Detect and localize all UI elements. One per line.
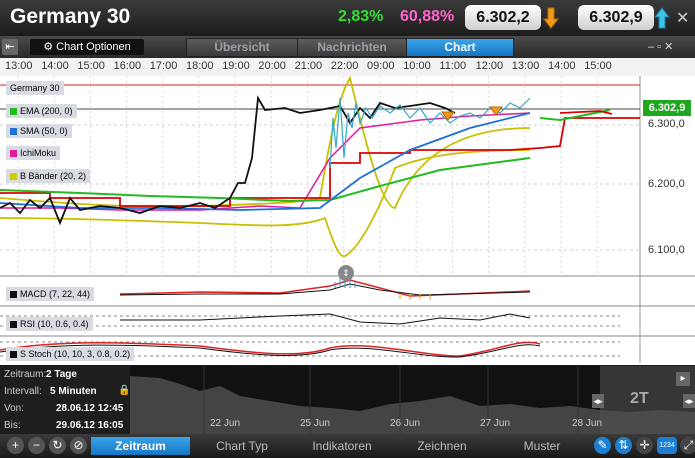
time-label: 09:00 — [367, 60, 395, 72]
legend-ema[interactable]: EMA (200, 0) — [6, 104, 77, 118]
legend-sma-label: SMA (50, 0) — [20, 126, 68, 136]
macd-swatch — [10, 291, 17, 299]
zeitraum-value: 2 Tage — [46, 369, 77, 380]
time-label: 21:00 — [294, 60, 323, 72]
legend-ichimoku-label: IchiMoku — [20, 148, 57, 158]
no-icon[interactable]: ⊘ — [70, 437, 87, 454]
time-label: 15:00 — [584, 60, 612, 72]
time-label: 19:00 — [222, 60, 250, 72]
sentiment-percent: 60,88% — [400, 8, 455, 25]
tab-muster[interactable]: Muster — [494, 437, 590, 455]
nav-scroll-right-icon[interactable]: ▸ — [676, 372, 690, 386]
tab-zeitraum[interactable]: Zeitraum — [91, 437, 190, 455]
current-price-tag: 6.302,9 — [643, 100, 691, 116]
macd-text: MACD (7, 22, 44) — [20, 289, 91, 299]
navigator-panel: Zeitraum: 2 Tage Intervall: 5 Minuten 🔒 … — [0, 366, 695, 434]
crosshair-icon[interactable]: ✛ — [636, 437, 653, 454]
refresh-icon[interactable]: ↻ — [49, 437, 66, 454]
collapse-icon[interactable]: ⇤ — [2, 39, 18, 55]
nav-date: 27 Jun — [480, 418, 511, 429]
tab-news[interactable]: Nachrichten — [297, 38, 407, 57]
von-value: 28.06.12 12:45 — [56, 403, 124, 414]
price-label: 6.100,0 — [648, 244, 685, 256]
expand-icon[interactable]: ⤢ — [680, 437, 695, 454]
window-controls[interactable]: – ▫ ✕ — [648, 40, 673, 53]
rsi-label[interactable]: RSI (10, 0.6, 0.4) — [6, 317, 93, 331]
bis-label: Bis: — [4, 420, 21, 431]
time-label: 15:00 — [77, 60, 105, 72]
chart-toolbar: ⇤ ⚙ Chart Optionen Übersicht Nachrichten… — [0, 36, 695, 58]
time-label: 13:00 — [511, 60, 540, 72]
stoch-swatch — [10, 351, 17, 359]
down-arrow-icon — [543, 7, 559, 29]
nav-date: 26 Jun — [390, 418, 421, 429]
time-label: 14:00 — [41, 60, 69, 72]
rsi-text: RSI (10, 0.6, 0.4) — [20, 319, 89, 329]
swap-icon[interactable]: ⇅ — [615, 437, 632, 454]
buy-price-button[interactable]: 6.302,9 — [578, 5, 654, 30]
ema-color-swatch — [10, 108, 17, 116]
legend-sma[interactable]: SMA (50, 0) — [6, 124, 72, 138]
tab-chart-typ[interactable]: Chart Typ — [194, 437, 290, 455]
panel-resize-handle[interactable]: ⇕ — [338, 265, 354, 281]
price-label: 6.300,0 — [648, 118, 685, 130]
legend-bollinger-label: B Bänder (20, 2) — [20, 171, 87, 181]
bollinger-color-swatch — [10, 173, 17, 181]
stoch-text: S Stoch (10, 10, 3, 0.8, 0.2) — [20, 349, 131, 359]
stoch-label[interactable]: S Stoch (10, 10, 3, 0.8, 0.2) — [6, 347, 135, 361]
time-label: 10:00 — [403, 60, 431, 72]
chart-options-button[interactable]: ⚙ Chart Optionen — [30, 39, 144, 55]
time-label: 14:00 — [548, 60, 576, 72]
legend-ema-label: EMA (200, 0) — [20, 106, 73, 116]
nav-date: 25 Jun — [300, 418, 331, 429]
time-label: 20:00 — [258, 60, 286, 72]
time-label: 22:00 — [330, 60, 359, 72]
intervall-label: Intervall: — [4, 386, 42, 397]
nav-left-handle[interactable]: ◂▸ — [592, 394, 604, 408]
von-label: Von: — [4, 403, 25, 414]
zeitraum-label: Zeitraum: — [4, 369, 47, 380]
time-label: 18:00 — [186, 60, 214, 72]
bottom-bar: + − ↻ ⊘ Zeitraum Chart Typ Indikatoren Z… — [0, 434, 695, 458]
nav-date: 22 Jun — [210, 418, 241, 429]
up-arrow-icon — [654, 7, 670, 29]
tab-overview[interactable]: Übersicht — [186, 38, 298, 57]
nav-date: 28 Jun — [572, 418, 603, 429]
legend-bollinger[interactable]: B Bänder (20, 2) — [6, 169, 91, 183]
change-percent: 2,83% — [338, 8, 384, 25]
zoom-out-icon[interactable]: − — [28, 437, 45, 454]
sma-color-swatch — [10, 128, 17, 136]
keypad-badge[interactable]: 1234 — [657, 437, 677, 454]
legend-ichimoku[interactable]: IchiMoku — [6, 146, 61, 160]
tab-indikatoren[interactable]: Indikatoren — [294, 437, 390, 455]
time-label: 17:00 — [149, 60, 178, 72]
top-bar: Germany 30 2,83% 60,88% 6.302,2 6.302,9 … — [0, 0, 695, 37]
zoom-in-icon[interactable]: + — [7, 437, 24, 454]
gear-icon: ⚙ — [43, 41, 54, 53]
close-icon[interactable]: ✕ — [676, 8, 689, 28]
chart-options-label: Chart Optionen — [56, 41, 131, 53]
legend-germany30[interactable]: Germany 30 — [6, 81, 64, 95]
chart-area[interactable]: 13:00 14:00 15:00 16:00 17:00 18:00 19:00 20:00… — [0, 58, 695, 365]
time-label: 13:00 — [5, 60, 33, 72]
nav-right-handle[interactable]: ◂▸ — [683, 394, 695, 408]
rsi-swatch — [10, 321, 17, 329]
time-label: 12:00 — [475, 60, 504, 72]
time-label: 11:00 — [439, 60, 467, 72]
intervall-value: 5 Minuten — [50, 386, 97, 397]
lock-icon[interactable]: 🔒 — [118, 385, 130, 396]
tab-chart[interactable]: Chart — [406, 38, 514, 57]
sell-price-button[interactable]: 6.302,2 — [465, 5, 541, 30]
macd-label[interactable]: MACD (7, 22, 44) — [6, 287, 95, 301]
price-label: 6.200,0 — [648, 178, 685, 190]
range-badge: 2T — [630, 390, 649, 407]
instrument-title: Germany 30 — [10, 5, 131, 28]
time-label: 16:00 — [113, 60, 142, 72]
ichimoku-color-swatch — [10, 150, 17, 158]
pencil-icon[interactable]: ✎ — [594, 437, 611, 454]
tab-zeichnen[interactable]: Zeichnen — [394, 437, 490, 455]
bis-value: 29.06.12 16:05 — [56, 420, 124, 431]
